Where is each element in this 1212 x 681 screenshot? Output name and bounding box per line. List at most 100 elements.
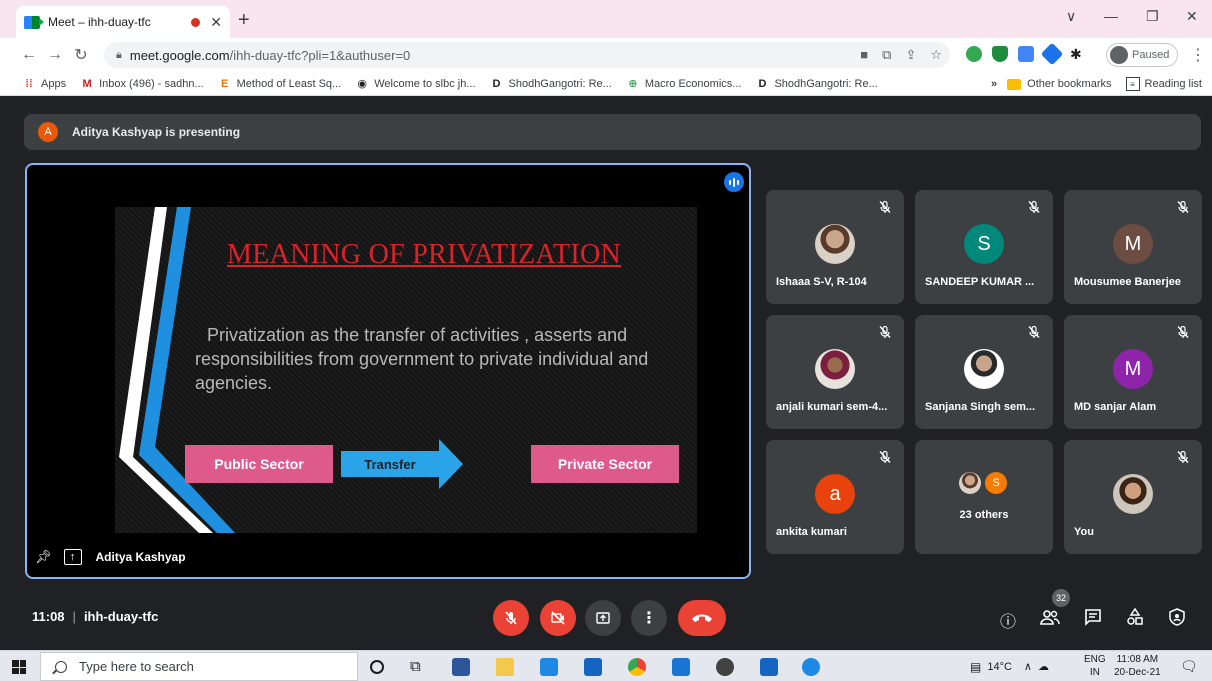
extension-icon[interactable] — [1018, 46, 1034, 62]
bookmark-item[interactable]: E Method of Least Sq... — [218, 77, 341, 91]
slide-body: Privatization as the transfer of activit… — [195, 325, 649, 393]
lock-icon: 🔒︎ — [116, 48, 122, 61]
participant-tile[interactable]: M MD sanjar Alam — [1064, 315, 1202, 429]
reading-list[interactable]: ≡ Reading list — [1125, 77, 1202, 91]
store-icon[interactable] — [584, 658, 602, 676]
minimize-button[interactable]: — — [1104, 8, 1118, 24]
restore-button[interactable]: ❐ — [1146, 8, 1159, 25]
meeting-details-icon[interactable]: ⓘ — [1000, 608, 1016, 632]
D-logo-icon: D — [758, 77, 767, 90]
forward-arrow-icon[interactable]: → — [42, 46, 68, 64]
participant-tile[interactable]: S SANDEEP KUMAR ... — [915, 190, 1053, 304]
participant-tile[interactable]: M Mousumee Banerjee — [1064, 190, 1202, 304]
participant-name: MD sanjar Alam — [1074, 401, 1157, 413]
host-controls-icon[interactable] — [1168, 608, 1186, 631]
tab-search-icon[interactable]: ∨ — [1066, 8, 1076, 25]
participant-tile[interactable]: You — [1064, 440, 1202, 554]
bookmark-star-icon[interactable]: ☆ — [930, 47, 942, 63]
people-icon[interactable] — [1039, 608, 1061, 631]
shield-extension-icon[interactable] — [992, 46, 1008, 62]
taskbar-search-box[interactable]: Type here to search — [40, 652, 358, 681]
chat-icon[interactable] — [1084, 608, 1102, 631]
participant-tile[interactable]: Ishaaa S-V, R-104 — [766, 190, 904, 304]
open-in-window-icon[interactable]: ⧉ — [882, 47, 891, 63]
participant-photo-avatar — [815, 224, 855, 264]
task-view-icon[interactable]: ⧉ — [410, 658, 428, 676]
reload-icon[interactable]: ↻ — [68, 45, 94, 65]
new-tab-button[interactable]: + — [238, 9, 250, 32]
meeting-time: 11:08 — [32, 609, 65, 624]
news-widget-icon[interactable]: ▤ — [970, 660, 981, 674]
participant-photo-avatar — [1113, 474, 1153, 514]
taskbar-search-placeholder: Type here to search — [79, 659, 194, 674]
meeting-info: 11:08 | ihh-duay-tfc — [32, 609, 159, 624]
share-icon[interactable]: ⇪ — [905, 47, 916, 63]
microphone-off-button[interactable] — [493, 600, 529, 636]
participant-tile[interactable]: a ankita kumari — [766, 440, 904, 554]
pin-icon[interactable]: 📌︎ — [35, 549, 52, 565]
bookmark-item[interactable]: D ShodhGangotri: Re... — [490, 77, 612, 91]
bookmark-item[interactable]: ⁞⁞ Apps — [22, 77, 66, 91]
presenting-banner: A Aditya Kashyap is presenting — [24, 114, 1201, 150]
participant-name: anjali kumari sem-4... — [776, 401, 888, 413]
close-window-button[interactable]: ✕ — [1186, 8, 1198, 25]
mic-muted-icon — [1176, 325, 1190, 339]
bookmark-item[interactable]: D ShodhGangotri: Re... — [755, 77, 877, 91]
slide-box-public-sector: Public Sector — [185, 445, 333, 483]
puzzle-piece-icon[interactable]: ✱ — [1070, 46, 1086, 62]
calculator-app-icon[interactable] — [452, 658, 470, 676]
app-icon[interactable] — [716, 658, 734, 676]
participant-tile[interactable]: anjali kumari sem-4... — [766, 315, 904, 429]
bookmark-item[interactable]: ⊕ Macro Economics... — [626, 77, 741, 91]
mail-icon[interactable] — [760, 658, 778, 676]
extension-icon[interactable] — [966, 46, 982, 62]
bookmarks-more-button[interactable]: » — [991, 78, 997, 90]
weather-temperature[interactable]: 14°C — [987, 661, 1012, 673]
taskbar-clock[interactable]: 11:08 AM 20-Dec-21 — [1114, 653, 1161, 679]
browser-tab-meet[interactable]: Meet – ihh-duay-tfc ✕ — [16, 6, 230, 38]
participant-avatar: a — [815, 474, 855, 514]
profile-paused-button[interactable]: Paused — [1106, 43, 1179, 67]
more-options-button[interactable]: ⋮ — [631, 600, 667, 636]
show-hidden-icons-chevron-icon[interactable]: ∧ — [1024, 660, 1032, 673]
leave-call-button[interactable] — [678, 600, 726, 636]
bookmark-item[interactable]: ◉ Welcome to slbc jh... — [355, 77, 475, 91]
system-tray: ▤ 14°C ∧ ☁︎ — [970, 651, 1049, 681]
mic-muted-icon — [1176, 200, 1190, 214]
back-arrow-icon[interactable]: ← — [16, 46, 42, 64]
close-tab-icon[interactable]: ✕ — [210, 14, 222, 31]
activities-icon[interactable] — [1126, 607, 1144, 631]
apps-grid-icon: ⁞⁞ — [25, 77, 33, 90]
cortana-icon[interactable] — [370, 660, 384, 674]
meeting-code: ihh-duay-tfc — [83, 609, 159, 624]
meet-main: A Aditya Kashyap is presenting MEANING O… — [0, 97, 1212, 650]
bookmark-item[interactable]: M Inbox (496) - sadhn... — [80, 77, 203, 91]
mail-app-icon[interactable] — [672, 658, 690, 676]
stage-footer: 📌︎ ↑ Aditya Kashyap — [35, 543, 186, 571]
presentation-slide: MEANING OF PRIVATIZATION Privatization a… — [115, 207, 697, 533]
edge-icon[interactable] — [802, 658, 820, 676]
extension-icon[interactable] — [1040, 42, 1064, 66]
mic-muted-icon — [1176, 450, 1190, 464]
chrome-menu-icon[interactable]: ⋮ — [1190, 45, 1206, 65]
media-player-icon[interactable] — [540, 658, 558, 676]
participant-tile[interactable]: S 23 others — [915, 440, 1053, 554]
profile-avatar — [1110, 46, 1128, 64]
notifications-icon[interactable]: 🗨︎ — [1180, 651, 1198, 681]
network-icon[interactable]: ☁︎ — [1038, 660, 1049, 673]
file-explorer-icon[interactable] — [496, 658, 514, 676]
address-bar[interactable]: 🔒︎ meet.google.com /ihh-duay-tfc?pli=1&a… — [104, 42, 950, 68]
input-language[interactable]: ENG IN — [1084, 653, 1106, 679]
mic-muted-icon — [1027, 325, 1041, 339]
globe-icon: ◉ — [357, 78, 368, 90]
meet-control-bar: 11:08 | ihh-duay-tfc ⋮ ⓘ 32 — [0, 587, 1212, 650]
chrome-icon[interactable] — [628, 658, 646, 676]
other-bookmarks[interactable]: Other bookmarks — [1007, 78, 1112, 90]
presentation-stage[interactable]: MEANING OF PRIVATIZATION Privatization a… — [25, 163, 751, 579]
present-now-button[interactable] — [585, 600, 621, 636]
camera-in-use-icon[interactable]: ■ — [860, 47, 868, 63]
participant-tile[interactable]: Sanjana Singh sem... — [915, 315, 1053, 429]
camera-off-button[interactable] — [540, 600, 576, 636]
windows-start-icon[interactable] — [12, 660, 26, 674]
mic-muted-icon — [878, 450, 892, 464]
